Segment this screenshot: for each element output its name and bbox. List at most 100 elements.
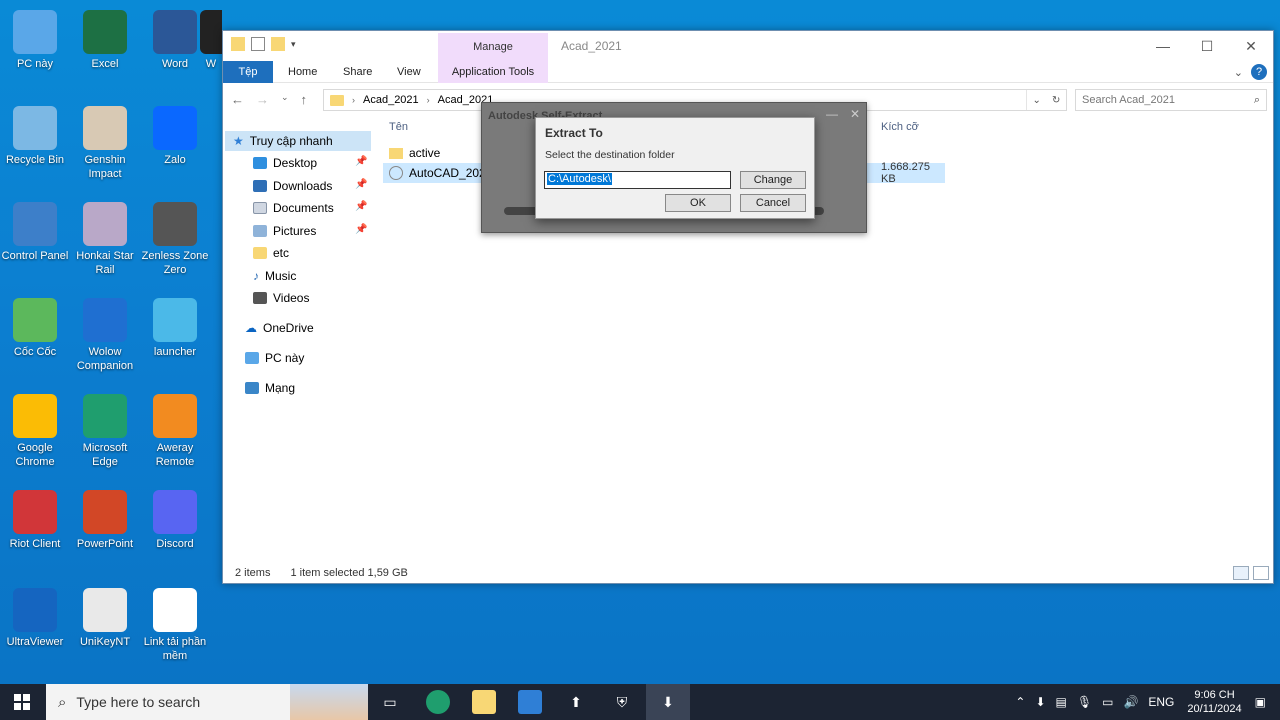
desktop-shortcut[interactable]: Discord	[140, 490, 210, 551]
clock[interactable]: 9:06 CH 20/11/2024	[1187, 688, 1241, 716]
desktop-shortcut[interactable]: UltraViewer	[0, 588, 70, 649]
chevron-up-icon[interactable]: ⌃	[1015, 695, 1025, 709]
desktop-shortcut[interactable]: Zalo	[140, 106, 210, 167]
desktop-shortcut[interactable]: Riot Client	[0, 490, 70, 551]
microphone-icon[interactable]: 🎙	[1077, 695, 1092, 709]
onedrive-tray-icon[interactable]: ⬇	[1035, 695, 1045, 709]
nav-label: Music	[265, 269, 297, 283]
desktop-shortcut[interactable]: Genshin Impact	[70, 106, 140, 181]
nav-videos[interactable]: Videos	[253, 288, 309, 308]
up-arrow-icon[interactable]: ↑	[301, 92, 308, 107]
column-header-name[interactable]: Tên	[389, 121, 408, 133]
search-icon[interactable]: ⌕	[1254, 90, 1260, 110]
desktop-shortcut[interactable]: PowerPoint	[70, 490, 140, 551]
edge-icon[interactable]	[426, 690, 450, 714]
help-icon[interactable]: ?	[1251, 64, 1267, 80]
tab-manage[interactable]: Manage	[438, 33, 548, 61]
desktop-shortcut[interactable]: Cốc Cốc	[0, 298, 70, 359]
recent-chevron-icon[interactable]: ⌄	[281, 92, 289, 107]
maximize-icon[interactable]: ☐	[1185, 31, 1229, 61]
close-icon[interactable]: ✕	[1229, 31, 1273, 61]
nav-etc[interactable]: etc	[253, 243, 289, 263]
extract-to-dialog: Extract To Select the destination folder…	[535, 117, 815, 219]
desktop-shortcut[interactable]: Google Chrome	[0, 394, 70, 469]
desktop-shortcut[interactable]: Wolow Companion	[70, 298, 140, 373]
pin-icon[interactable]: 📌	[355, 156, 367, 167]
properties-icon[interactable]	[251, 37, 265, 51]
large-icons-view-icon[interactable]	[1253, 566, 1269, 580]
tab-share[interactable]: Share	[333, 61, 382, 83]
pin-icon[interactable]: 📌	[355, 179, 367, 190]
desktop-shortcut[interactable]: Link tải phần mềm	[140, 588, 210, 663]
change-button[interactable]: Change	[740, 171, 806, 189]
volume-icon[interactable]: 🔊	[1123, 695, 1138, 709]
status-selected: 1 item selected	[290, 567, 365, 579]
tab-view[interactable]: View	[387, 61, 431, 83]
start-button[interactable]	[0, 684, 44, 720]
chevron-down-icon[interactable]: ▾	[291, 39, 296, 50]
search-placeholder: Search Acad_2021	[1082, 94, 1175, 106]
destination-path-input[interactable]: C:\Autodesk\	[544, 171, 731, 189]
folder-icon	[389, 147, 403, 159]
installer-icon[interactable]: ⬆	[564, 690, 588, 714]
desktop-shortcut[interactable]: PC này	[0, 10, 70, 71]
desktop-shortcut[interactable]: Zenless Zone Zero	[140, 202, 210, 277]
chevron-down-icon[interactable]: ⌄	[1234, 66, 1243, 79]
task-view-icon[interactable]: ▭	[378, 690, 402, 714]
desktop-shortcut[interactable]: Recycle Bin	[0, 106, 70, 167]
store-icon[interactable]	[518, 690, 542, 714]
tab-application-tools[interactable]: Application Tools	[438, 61, 548, 83]
column-header-size[interactable]: Kích cỡ	[881, 121, 919, 133]
desktop-shortcut[interactable]: launcher	[140, 298, 210, 359]
search-input[interactable]: Search Acad_2021 ⌕	[1075, 89, 1267, 111]
desktop-shortcut[interactable]: Microsoft Edge	[70, 394, 140, 469]
refresh-icon[interactable]: ↻	[1052, 95, 1060, 106]
printer-icon[interactable]: ▤	[1056, 695, 1067, 709]
title-bar: ▾ Manage Acad_2021 — ☐ ✕	[223, 31, 1273, 61]
minimize-icon[interactable]: —	[826, 107, 838, 121]
network-icon[interactable]: ▭	[1102, 695, 1113, 709]
taskbar-search-input[interactable]: ⌕ Type here to search	[46, 684, 368, 720]
download-arrow-icon[interactable]: ⬇	[656, 690, 680, 714]
desktop-shortcut[interactable]: Excel	[70, 10, 140, 71]
desktop-shortcut[interactable]: Honkai Star Rail	[70, 202, 140, 277]
nav-network[interactable]: Mạng	[245, 378, 295, 398]
file-explorer-icon[interactable]	[472, 690, 496, 714]
forward-arrow-icon[interactable]: →	[256, 92, 269, 107]
shortcut-label: Microsoft Edge	[82, 442, 128, 468]
nav-downloads[interactable]: Downloads	[253, 176, 332, 196]
nav-music[interactable]: ♪ Music	[253, 266, 296, 286]
tab-home[interactable]: Home	[278, 61, 327, 83]
shortcut-label: Honkai Star Rail	[76, 250, 134, 276]
close-icon[interactable]: ✕	[850, 107, 860, 121]
tab-file[interactable]: Tệp	[223, 61, 273, 83]
desktop-shortcut[interactable]: Aweray Remote	[140, 394, 210, 469]
chevron-down-icon[interactable]: ⌄	[1033, 95, 1041, 106]
back-arrow-icon[interactable]: ←	[231, 92, 244, 107]
ribbon-controls: ⌄ ?	[1234, 64, 1267, 80]
nav-pictures[interactable]: Pictures	[253, 221, 316, 241]
window-controls: — ☐ ✕	[1141, 31, 1273, 61]
desktop-shortcut[interactable]: Control Panel	[0, 202, 70, 263]
nav-desktop[interactable]: Desktop	[253, 153, 317, 173]
folder-icon[interactable]	[231, 37, 245, 51]
minimize-icon[interactable]: —	[1141, 31, 1185, 61]
shield-icon[interactable]: ⛨	[610, 690, 634, 714]
new-folder-icon[interactable]	[271, 37, 285, 51]
desktop-shortcut[interactable]: W	[200, 10, 222, 71]
nav-quick-access[interactable]: ★ Truy cập nhanh	[225, 131, 371, 151]
breadcrumb-item[interactable]: Acad_2021	[363, 94, 419, 106]
notification-icon[interactable]: ▣	[1255, 695, 1266, 709]
pin-icon[interactable]: 📌	[355, 201, 367, 212]
ok-button[interactable]: OK	[665, 194, 731, 212]
nav-documents[interactable]: Documents	[253, 198, 334, 218]
details-view-icon[interactable]	[1233, 566, 1249, 580]
chevron-right-icon[interactable]: ›	[352, 95, 355, 105]
pin-icon[interactable]: 📌	[355, 224, 367, 235]
nav-this-pc[interactable]: PC này	[245, 348, 304, 368]
cancel-button[interactable]: Cancel	[740, 194, 806, 212]
desktop-shortcut[interactable]: UniKeyNT	[70, 588, 140, 649]
nav-onedrive[interactable]: ☁ OneDrive	[245, 318, 314, 338]
chevron-right-icon[interactable]: ›	[427, 95, 430, 105]
language-indicator[interactable]: ENG	[1148, 695, 1174, 709]
